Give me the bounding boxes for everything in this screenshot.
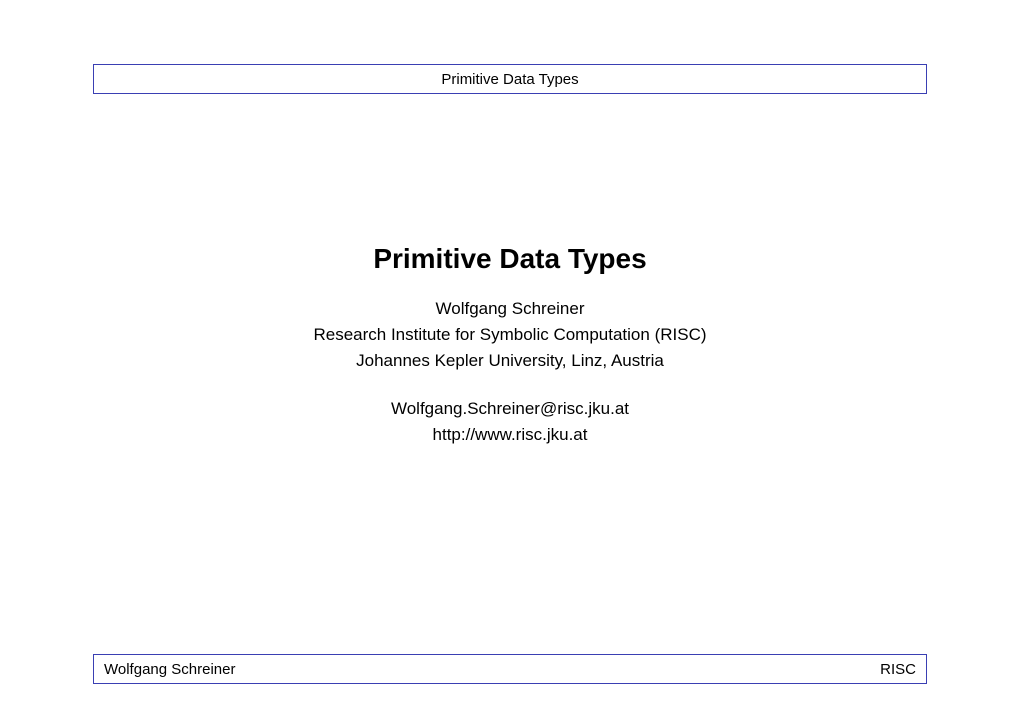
main-title: Primitive Data Types (0, 243, 1020, 275)
footer-institute: RISC (880, 661, 916, 678)
header-box: Primitive Data Types (93, 64, 927, 94)
affiliation-university: Johannes Kepler University, Linz, Austri… (0, 351, 1020, 371)
header-title: Primitive Data Types (441, 71, 578, 88)
footer-author: Wolfgang Schreiner (104, 661, 235, 678)
author-url: http://www.risc.jku.at (0, 425, 1020, 445)
author-name: Wolfgang Schreiner (0, 299, 1020, 319)
affiliation-institute: Research Institute for Symbolic Computat… (0, 325, 1020, 345)
content-area: Primitive Data Types Wolfgang Schreiner … (0, 243, 1020, 445)
footer-box: Wolfgang Schreiner RISC (93, 654, 927, 684)
author-email: Wolfgang.Schreiner@risc.jku.at (0, 399, 1020, 419)
